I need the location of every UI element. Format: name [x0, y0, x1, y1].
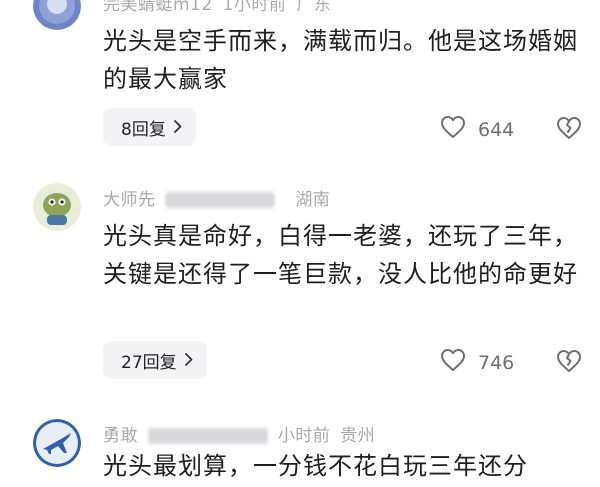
comment-meta: 大师先 湖南 [103, 185, 334, 210]
avatar[interactable] [33, 419, 81, 467]
dislike-button[interactable] [556, 116, 582, 144]
redacted-block [165, 192, 276, 208]
comment-meta: 勇敢 小时前 贵州 [103, 421, 379, 446]
redacted-block [147, 428, 268, 444]
like-button[interactable]: 644 [440, 115, 514, 144]
comment-item: 大师先 湖南 光头真是命好，白得一老婆，还玩了三年，关键是还得了一笔巨款，没人比… [0, 165, 600, 405]
comment-meta: 完美蜻蜓m12 1小时前 广东 [103, 0, 335, 15]
comment-text[interactable]: 光头真是命好，白得一老婆，还玩了三年，关键是还得了一笔巨款，没人比他的命更好 [103, 217, 583, 293]
comment-text[interactable]: 光头是空手而来，满载而归。他是这场婚姻的最大赢家 [103, 22, 583, 98]
comment-time: 小时前 [277, 426, 331, 446]
avatar[interactable] [33, 0, 81, 30]
comment-time: 1小时前 [222, 0, 287, 15]
dislike-button[interactable] [556, 349, 582, 377]
replies-label: 27回复 [121, 352, 177, 373]
replies-button[interactable]: 8回复 [103, 108, 196, 146]
broken-heart-icon [556, 117, 582, 144]
replies-button[interactable]: 27回复 [103, 341, 207, 379]
comment-item: 完美蜻蜓m12 1小时前 广东 光头是空手而来，满载而归。他是这场婚姻的最大赢家… [0, 0, 600, 165]
avatar[interactable] [33, 183, 81, 231]
heart-outline-icon [440, 348, 466, 377]
username[interactable]: 完美蜻蜓m12 [103, 0, 213, 15]
comment-list: 完美蜻蜓m12 1小时前 广东 光头是空手而来，满载而归。他是这场婚姻的最大赢家… [0, 0, 600, 487]
username[interactable]: 勇敢 [103, 426, 138, 446]
chevron-right-icon [184, 351, 193, 370]
comment-item: 勇敢 小时前 贵州 光头最划算，一分钱不花白玩三年还分 [0, 405, 600, 487]
username[interactable]: 大师先 [103, 190, 156, 210]
like-count: 746 [478, 351, 515, 374]
comment-text[interactable]: 光头最划算，一分钱不花白玩三年还分 [103, 447, 583, 485]
replies-label: 8回复 [121, 119, 166, 140]
like-button[interactable]: 746 [440, 348, 514, 377]
heart-outline-icon [440, 115, 466, 144]
comment-location: 贵州 [340, 426, 376, 446]
comment-location: 广东 [296, 0, 332, 15]
comment-location: 湖南 [295, 190, 331, 210]
broken-heart-icon [556, 350, 582, 377]
like-count: 644 [478, 118, 515, 141]
chevron-right-icon [173, 118, 182, 137]
